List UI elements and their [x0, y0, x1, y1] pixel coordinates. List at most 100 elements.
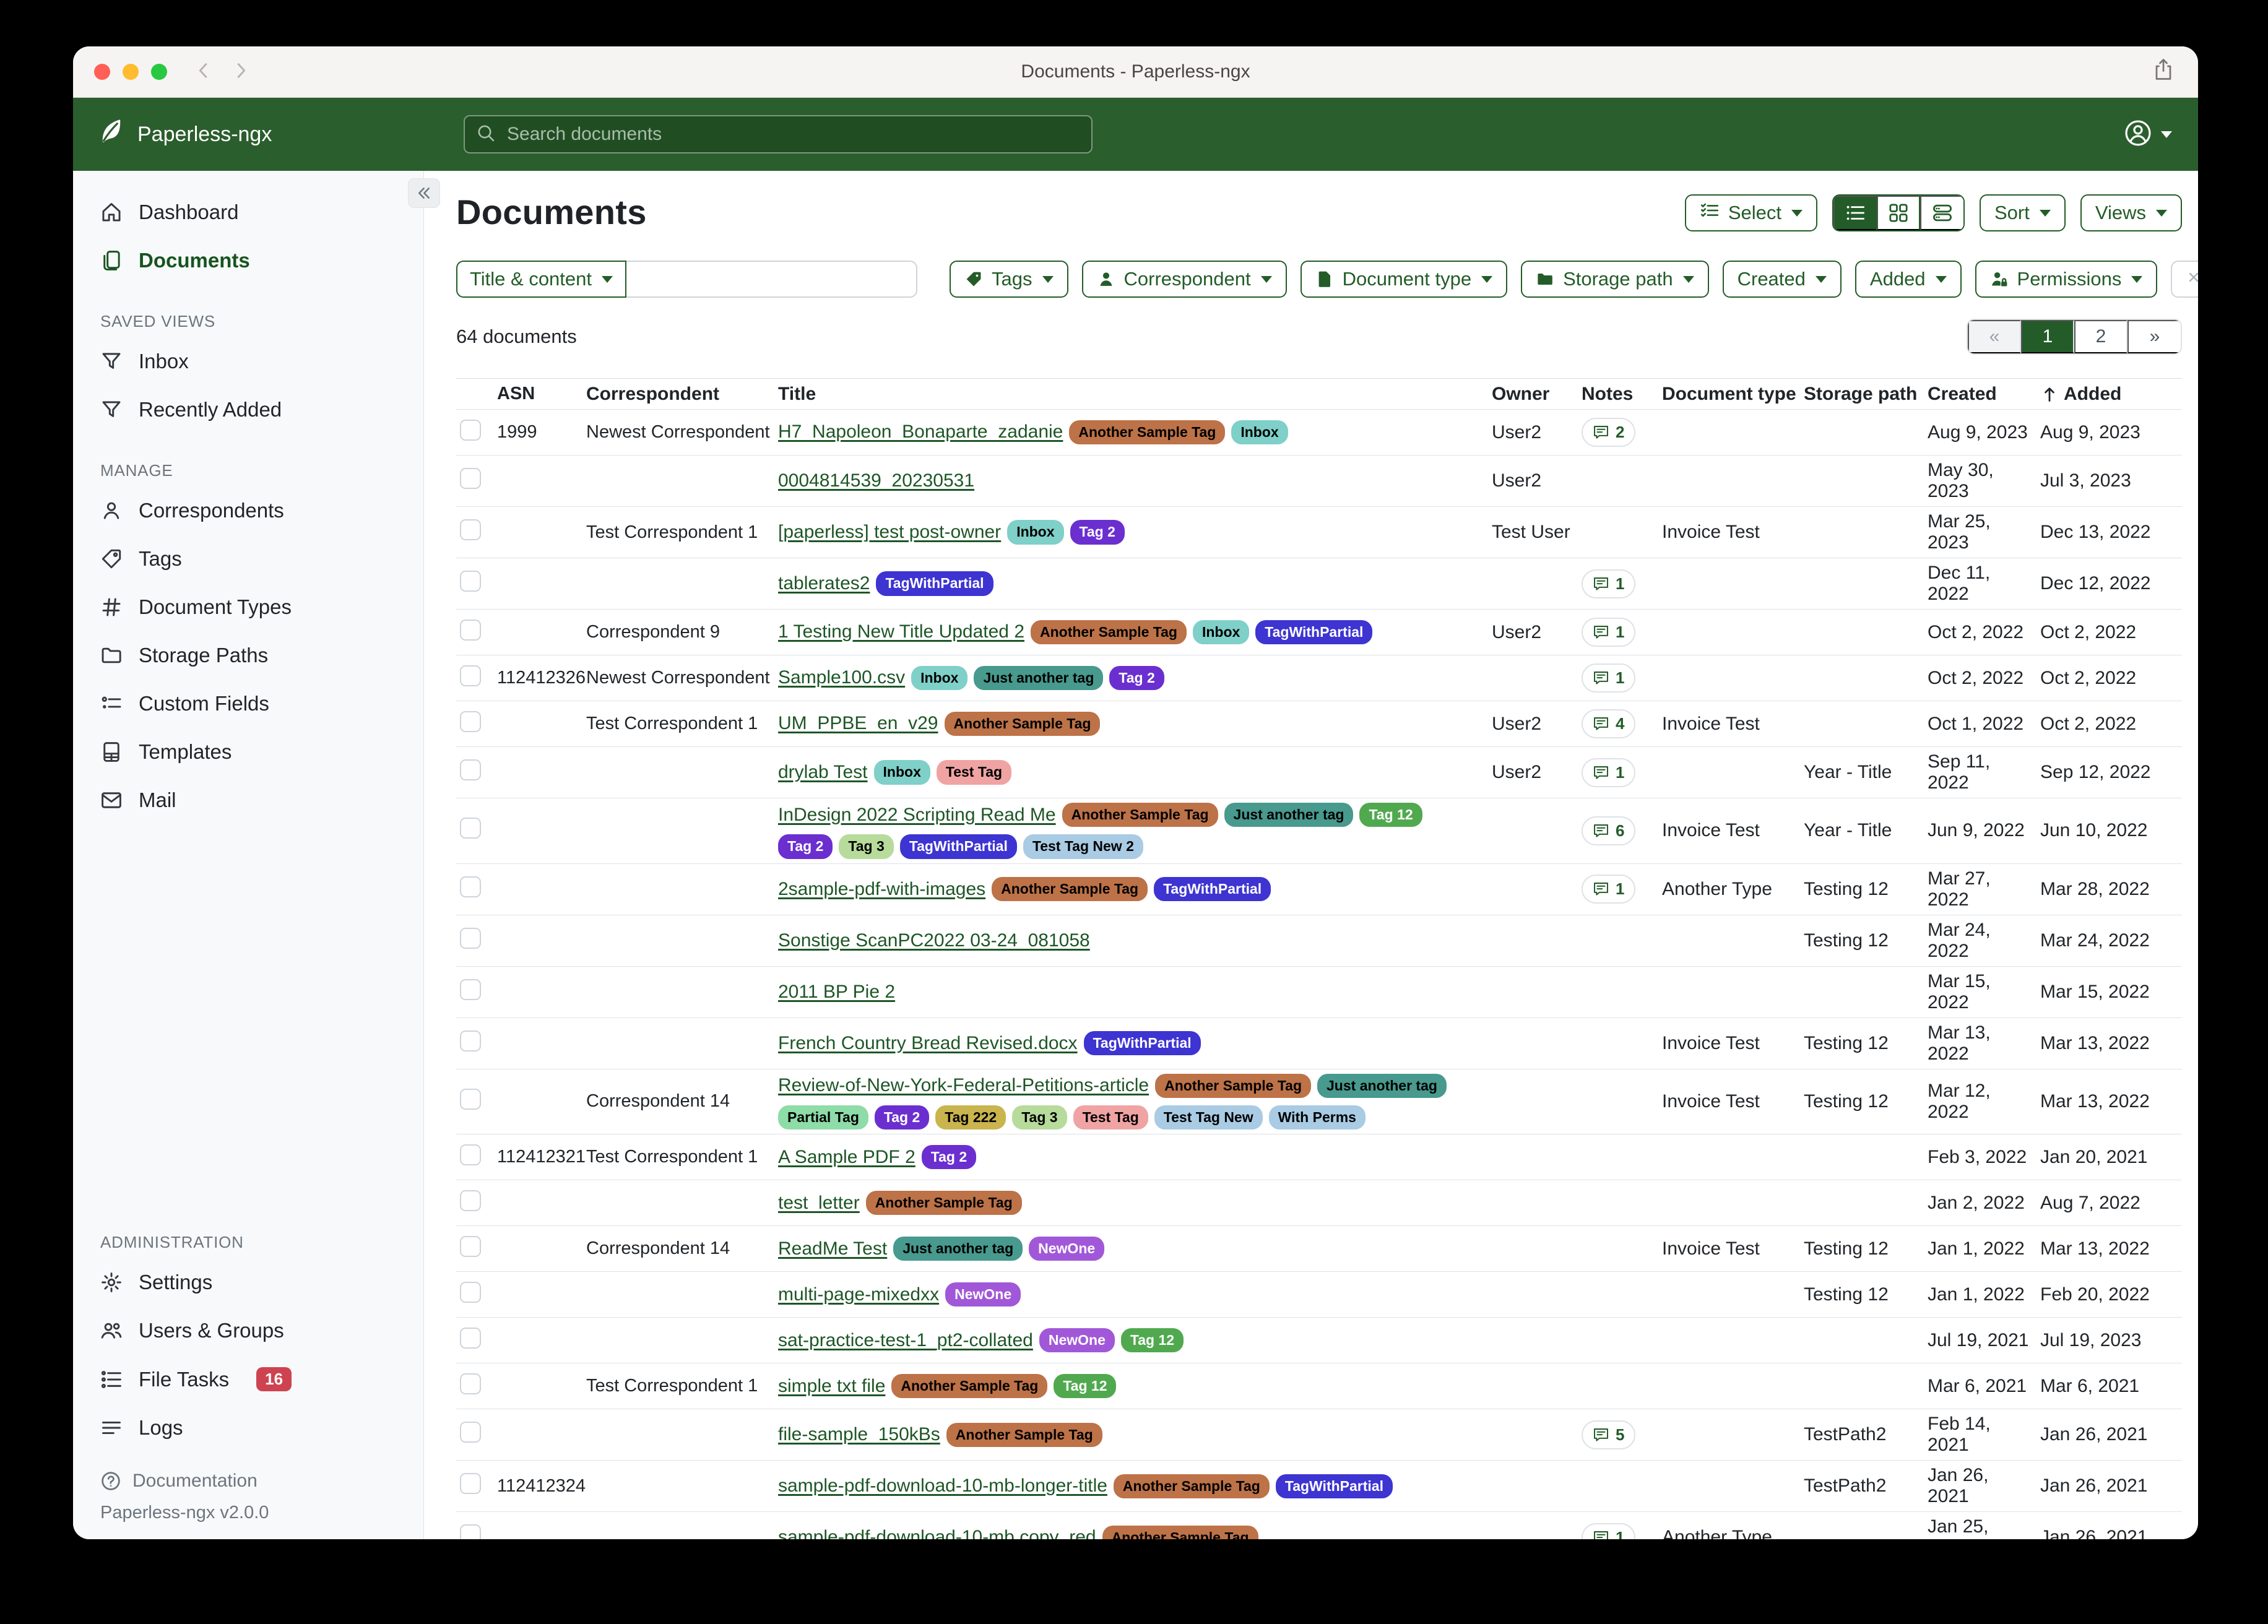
tag-pill[interactable]: With Perms	[1269, 1105, 1366, 1129]
filter-storage-path-button[interactable]: Storage path	[1521, 261, 1709, 298]
tag-pill[interactable]: Another Sample Tag	[891, 1374, 1047, 1398]
sidebar-item-custom-fields[interactable]: Custom Fields	[73, 680, 423, 728]
page-button-2[interactable]: 2	[2074, 320, 2127, 353]
tag-pill[interactable]: Another Sample Tag	[1031, 620, 1187, 644]
tag-pill[interactable]: Another Sample Tag	[1114, 1474, 1270, 1498]
row-checkbox[interactable]	[460, 519, 481, 540]
column-header-correspondent[interactable]: Correspondent	[586, 384, 778, 405]
row-checkbox[interactable]	[460, 665, 481, 686]
sidebar-item-templates[interactable]: Templates	[73, 728, 423, 776]
column-header-notes[interactable]: Notes	[1582, 384, 1662, 405]
title-content-dropdown[interactable]: Title & content	[456, 261, 626, 298]
notes-badge[interactable]: 4	[1582, 709, 1635, 738]
page-button-[interactable]: »	[2127, 320, 2181, 353]
sidebar-item-correspondents[interactable]: Correspondents	[73, 486, 423, 535]
document-link[interactable]: Review-of-New-York-Federal-Petitions-art…	[778, 1075, 1149, 1096]
sidebar-item-document-types[interactable]: Document Types	[73, 583, 423, 631]
document-link[interactable]: UM_PPBE_en_v29	[778, 713, 938, 734]
filter-added-button[interactable]: Added	[1855, 261, 1962, 298]
page-button-1[interactable]: 1	[2021, 320, 2074, 353]
tag-pill[interactable]: Tag 2	[875, 1105, 929, 1129]
views-button[interactable]: Views	[2080, 194, 2182, 231]
document-link[interactable]: Sample100.csv	[778, 667, 905, 688]
row-checkbox[interactable]	[460, 420, 481, 441]
document-link[interactable]: 1 Testing New Title Updated 2	[778, 621, 1024, 642]
document-link[interactable]: Sonstige ScanPC2022 03-24_081058	[778, 930, 1090, 951]
document-link[interactable]: test_letter	[778, 1193, 860, 1214]
sidebar-item-inbox[interactable]: Inbox	[73, 337, 423, 386]
row-checkbox[interactable]	[460, 571, 481, 592]
tag-pill[interactable]: Tag 12	[1121, 1328, 1184, 1352]
search-input[interactable]	[506, 123, 1080, 145]
filter-created-button[interactable]: Created	[1723, 261, 1842, 298]
tag-pill[interactable]: TagWithPartial	[900, 834, 1017, 858]
sidebar-item-dashboard[interactable]: Dashboard	[73, 188, 423, 236]
row-checkbox[interactable]	[460, 1373, 481, 1394]
tag-pill[interactable]: Tag 2	[1070, 520, 1125, 544]
page-button-[interactable]: «	[1968, 320, 2021, 353]
tag-pill[interactable]: Test Tag	[937, 760, 1011, 784]
correspondent-cell[interactable]: Correspondent 9	[586, 622, 778, 642]
tag-pill[interactable]: Another Sample Tag	[946, 1423, 1102, 1447]
row-checkbox[interactable]	[460, 1524, 481, 1539]
select-button[interactable]: Select	[1685, 194, 1817, 231]
tag-pill[interactable]: Test Tag New 2	[1023, 834, 1143, 858]
column-header-created[interactable]: Created	[1928, 384, 2040, 405]
document-link[interactable]: French Country Bread Revised.docx	[778, 1033, 1078, 1054]
list-view-button[interactable]	[1833, 196, 1877, 230]
tag-pill[interactable]: Tag 2	[1109, 666, 1164, 690]
filter-tags-button[interactable]: Tags	[950, 261, 1068, 298]
correspondent-cell[interactable]: Newest Correspondent	[586, 668, 778, 688]
zoom-window-button[interactable]	[151, 64, 167, 80]
row-checkbox[interactable]	[460, 1236, 481, 1257]
document-link[interactable]: simple txt file	[778, 1376, 885, 1397]
close-window-button[interactable]	[94, 64, 110, 80]
tag-pill[interactable]: NewOne	[945, 1282, 1021, 1307]
document-link[interactable]: A Sample PDF 2	[778, 1147, 915, 1168]
notes-badge[interactable]: 1	[1582, 663, 1635, 693]
tag-pill[interactable]: Inbox	[1231, 420, 1288, 444]
document-link[interactable]: InDesign 2022 Scripting Read Me	[778, 805, 1056, 826]
tag-pill[interactable]: TagWithPartial	[1255, 620, 1372, 644]
card-view-button[interactable]	[1920, 196, 1963, 230]
sidebar-collapse-button[interactable]	[408, 178, 440, 208]
column-header-added[interactable]: Added	[2040, 384, 2182, 405]
notes-badge[interactable]: 1	[1582, 875, 1635, 904]
document-link[interactable]: 2sample-pdf-with-images	[778, 879, 985, 900]
user-menu[interactable]	[2124, 119, 2172, 150]
tag-pill[interactable]: Another Sample Tag	[866, 1191, 1022, 1215]
notes-badge[interactable]: 1	[1582, 758, 1635, 787]
row-checkbox[interactable]	[460, 1282, 481, 1303]
correspondent-cell[interactable]: Test Correspondent 1	[586, 1147, 778, 1167]
sidebar-item-documents[interactable]: Documents	[73, 236, 423, 285]
tag-pill[interactable]: Just another tag	[1224, 803, 1354, 827]
document-link[interactable]: tablerates2	[778, 573, 870, 594]
filter-permissions-button[interactable]: Permissions	[1975, 261, 2158, 298]
filter-correspondent-button[interactable]: Correspondent	[1082, 261, 1287, 298]
tag-pill[interactable]: Tag 222	[935, 1105, 1006, 1129]
title-content-input[interactable]	[626, 261, 917, 298]
tag-pill[interactable]: Test Tag	[1073, 1105, 1148, 1129]
correspondent-cell[interactable]: Correspondent 14	[586, 1091, 778, 1112]
column-header-document-type[interactable]: Document type	[1662, 384, 1804, 405]
tag-pill[interactable]: Another Sample Tag	[945, 712, 1101, 736]
notes-badge[interactable]: 1	[1582, 1523, 1635, 1539]
document-link[interactable]: ReadMe Test	[778, 1238, 887, 1259]
correspondent-cell[interactable]: Test Correspondent 1	[586, 1376, 778, 1396]
correspondent-cell[interactable]: Newest Correspondent	[586, 422, 778, 443]
minimize-window-button[interactable]	[123, 64, 139, 80]
row-checkbox[interactable]	[460, 1473, 481, 1494]
notes-badge[interactable]: 2	[1582, 418, 1635, 447]
tag-pill[interactable]: NewOne	[1039, 1328, 1115, 1352]
row-checkbox[interactable]	[460, 759, 481, 780]
row-checkbox[interactable]	[460, 1422, 481, 1443]
sidebar-item-recently-added[interactable]: Recently Added	[73, 386, 423, 434]
document-link[interactable]: sat-practice-test-1_pt2-collated	[778, 1330, 1033, 1351]
correspondent-cell[interactable]: Test Correspondent 1	[586, 522, 778, 543]
correspondent-cell[interactable]: Correspondent 14	[586, 1238, 778, 1259]
tag-pill[interactable]: Partial Tag	[778, 1105, 868, 1129]
sidebar-item-mail[interactable]: Mail	[73, 776, 423, 824]
tag-pill[interactable]: Another Sample Tag	[992, 877, 1148, 901]
row-checkbox[interactable]	[460, 1190, 481, 1211]
tag-pill[interactable]: Test Tag New	[1154, 1105, 1263, 1129]
